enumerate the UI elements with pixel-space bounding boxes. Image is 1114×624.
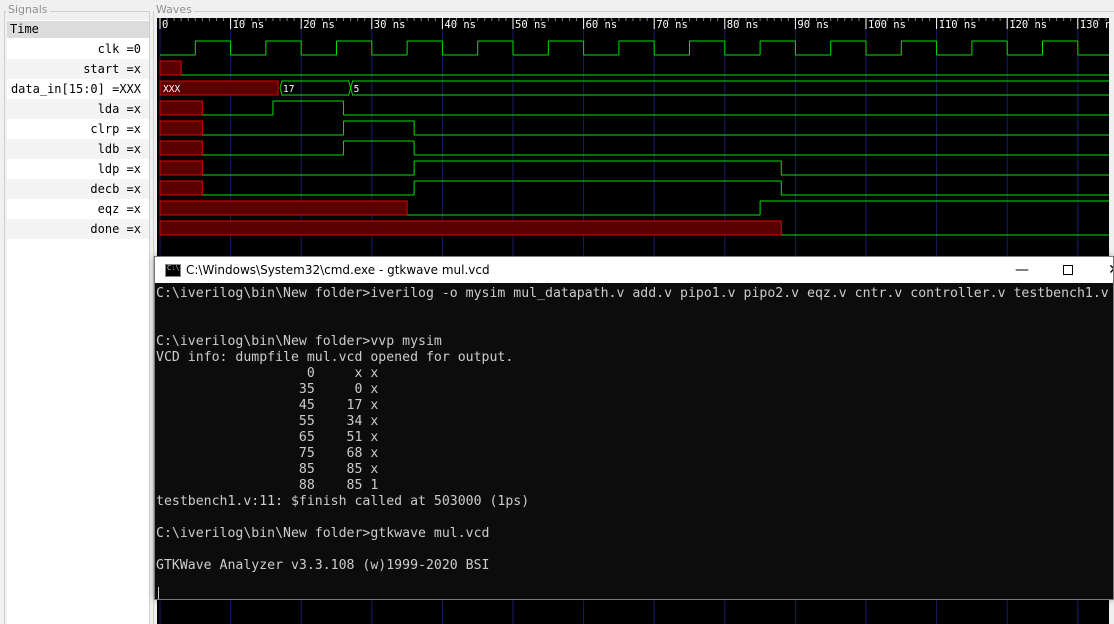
data-in-segment: [350, 80, 1109, 96]
eqz-unknown: [159, 200, 408, 216]
ruler-label: 10 ns: [233, 19, 265, 31]
data-in-value: XXX: [163, 84, 180, 95]
ruler-label: 40 ns: [444, 19, 476, 31]
maximize-button[interactable]: [1045, 257, 1091, 283]
ruler-label: 60 ns: [586, 19, 618, 31]
ruler-label: 100 ns: [868, 19, 906, 31]
signals-label: Signals: [6, 3, 50, 16]
signal-data-in[interactable]: data_in[15:0] =XXX: [7, 79, 149, 99]
cmd-app-icon: [165, 264, 181, 277]
console-line: 55 34 x: [156, 414, 379, 429]
close-icon: ✕: [1108, 262, 1113, 278]
ruler-label: 110 ns: [939, 19, 977, 31]
signal-lda[interactable]: lda =x: [7, 99, 149, 119]
signals-pane: Signals Time clk =0 start =x data_in[15:…: [0, 0, 152, 624]
waves-label: Waves: [154, 3, 194, 16]
eqz-wave: [407, 200, 1109, 216]
ldb-unknown: [159, 140, 203, 156]
signal-done[interactable]: done =x: [7, 219, 149, 239]
ldp-unknown: [159, 160, 203, 176]
signal-clk[interactable]: clk =0: [7, 39, 149, 59]
clrp-wave: [202, 120, 1109, 136]
done-unknown: [159, 220, 782, 236]
console-line: 85 85 x: [156, 462, 379, 477]
console-line: 65 51 x: [156, 430, 379, 445]
console-line: C:\iverilog\bin\New folder>gtkwave mul.v…: [156, 526, 490, 541]
ldb-wave: [202, 140, 1109, 156]
minimize-icon: —: [1015, 262, 1029, 278]
signal-eqz[interactable]: eqz =x: [7, 199, 149, 219]
decb-unknown: [159, 180, 203, 196]
console-line: 0 x x: [156, 366, 379, 381]
data-in-value: 17: [283, 84, 294, 95]
data-in-value: 5: [354, 84, 360, 95]
ruler-label: 0: [162, 19, 168, 31]
lda-unknown: [159, 100, 203, 116]
cmd-window[interactable]: C:\Windows\System32\cmd.exe - gtkwave mu…: [154, 256, 1114, 600]
console-line: VCD info: dumpfile mul.vcd opened for ou…: [156, 350, 514, 365]
signals-list[interactable]: Time clk =0 start =x data_in[15:0] =XXX …: [7, 20, 149, 624]
lda-wave: [202, 100, 1109, 116]
clk-wave: [160, 40, 1109, 56]
signal-clrp[interactable]: clrp =x: [7, 119, 149, 139]
signal-ldp[interactable]: ldp =x: [7, 159, 149, 179]
cmd-titlebar[interactable]: C:\Windows\System32\cmd.exe - gtkwave mu…: [155, 257, 1113, 283]
console-line: GTKWave Analyzer v3.3.108 (w)1999-2020 B…: [156, 558, 490, 573]
cmd-console-output[interactable]: C:\iverilog\bin\New folder>iverilog -o m…: [156, 286, 1113, 598]
ruler-label: 50 ns: [515, 19, 547, 31]
maximize-icon: [1063, 265, 1073, 275]
ruler-label: 30 ns: [374, 19, 406, 31]
decb-wave: [202, 180, 1109, 196]
ruler-label: 20 ns: [303, 19, 335, 31]
start-unknown: [159, 60, 182, 76]
ruler-label: 90 ns: [797, 19, 829, 31]
console-line: C:\iverilog\bin\New folder>vvp mysim: [156, 334, 442, 349]
signal-decb[interactable]: decb =x: [7, 179, 149, 199]
console-line: testbench1.v:11: $finish called at 50300…: [156, 494, 530, 509]
ruler-label: 80 ns: [727, 19, 759, 31]
console-line: C:\iverilog\bin\New folder>iverilog -o m…: [156, 286, 1109, 301]
console-line: 75 68 x: [156, 446, 379, 461]
signal-start[interactable]: start =x: [7, 59, 149, 79]
cmd-cursor: [158, 587, 159, 599]
console-line: 88 85 1: [156, 478, 379, 493]
cmd-window-title: C:\Windows\System32\cmd.exe - gtkwave mu…: [186, 263, 490, 277]
console-line: 35 0 x: [156, 382, 379, 397]
ruler-label: 120 ns: [1009, 19, 1047, 31]
console-line: 45 17 x: [156, 398, 379, 413]
ruler-label: 70 ns: [656, 19, 688, 31]
time-header[interactable]: Time: [7, 21, 149, 38]
ldp-wave: [202, 160, 1109, 176]
ruler-label: 130 ns: [1080, 19, 1109, 31]
minimize-button[interactable]: —: [999, 257, 1045, 283]
clrp-unknown: [159, 120, 203, 136]
signal-ldb[interactable]: ldb =x: [7, 139, 149, 159]
close-button[interactable]: ✕: [1091, 257, 1113, 283]
